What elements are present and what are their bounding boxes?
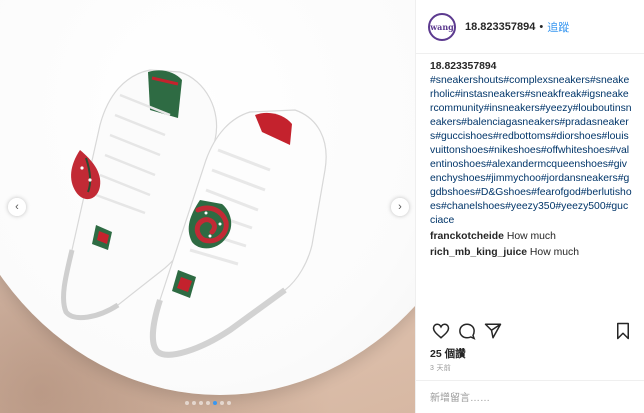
bookmark-icon[interactable]: [612, 320, 634, 342]
post-header: wang 18.823357894 • 追蹤: [416, 0, 644, 54]
post-side-panel: wang 18.823357894 • 追蹤 18.823357894 #sne…: [415, 0, 644, 413]
comment-text: How much: [506, 231, 556, 242]
action-bar: [430, 320, 634, 342]
comment-username[interactable]: franckotcheide: [430, 231, 504, 242]
comments-list: 18.823357894 #sneakershouts#complexsneak…: [416, 54, 644, 260]
header-separator: •: [539, 20, 544, 33]
chevron-left-icon[interactable]: ‹: [8, 198, 26, 216]
carousel-indicator: [0, 401, 415, 405]
likes-count[interactable]: 25 個讚: [430, 346, 466, 361]
carousel-dot: [198, 401, 203, 405]
sneakers-image: [61, 69, 327, 358]
carousel-dot: [219, 401, 224, 405]
caption-username[interactable]: 18.823357894: [430, 60, 632, 74]
post-photo[interactable]: ‹ ›: [0, 0, 415, 413]
heart-icon[interactable]: [430, 320, 452, 342]
carousel-dot: [226, 401, 231, 405]
header-username[interactable]: 18.823357894: [465, 21, 535, 33]
follow-button[interactable]: 追蹤: [547, 19, 569, 35]
caption: 18.823357894 #sneakershouts#complexsneak…: [430, 60, 632, 228]
comment-item: franckotcheide How much: [430, 230, 632, 244]
post-timestamp[interactable]: 3 天前: [430, 363, 451, 373]
comment-username[interactable]: rich_mb_king_juice: [430, 247, 527, 258]
carousel-dot: [191, 401, 196, 405]
carousel-dot-active: [212, 401, 217, 405]
chevron-right-icon[interactable]: ›: [391, 198, 409, 216]
avatar-logo-text: wang: [430, 21, 454, 32]
comment-text: How much: [529, 247, 580, 258]
add-comment-input[interactable]: 新增留言……: [416, 380, 644, 413]
caption-hashtags[interactable]: #sneakershouts#complexsneakers#sneakerho…: [430, 75, 632, 226]
comment-item: rich_mb_king_juice How much: [430, 246, 632, 260]
share-icon[interactable]: [482, 320, 504, 342]
comment-icon[interactable]: [456, 320, 478, 342]
carousel-dot: [184, 401, 189, 405]
avatar[interactable]: wang: [428, 12, 456, 41]
carousel-dot: [205, 401, 210, 405]
